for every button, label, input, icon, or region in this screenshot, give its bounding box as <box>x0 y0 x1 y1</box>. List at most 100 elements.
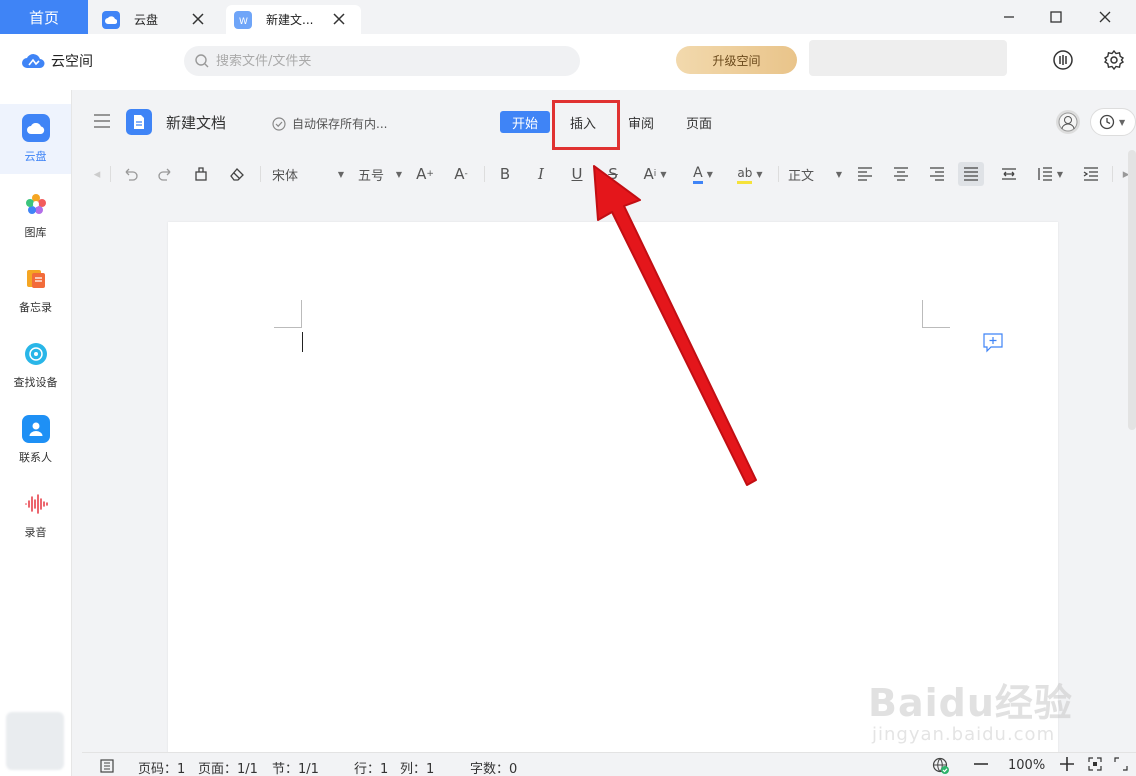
align-justify-button[interactable] <box>958 162 984 186</box>
eraser-icon <box>230 168 244 181</box>
upgrade-storage-button[interactable]: 升级空间 <box>676 46 797 74</box>
app-header: 云空间 升级空间 <box>0 34 1136 90</box>
font-family-value: 宋体 <box>272 168 299 184</box>
align-left-icon <box>858 167 872 181</box>
title-bar: 首页 云盘 W 新建文... <box>0 0 1136 34</box>
align-right-button[interactable] <box>926 162 948 186</box>
autosave-label: 自动保存所有内... <box>292 117 388 131</box>
format-painter-button[interactable] <box>190 162 212 186</box>
line-number: 行：1 <box>354 762 389 776</box>
italic-button[interactable]: I <box>530 162 552 186</box>
sidebar-item-recorder[interactable]: 录音 <box>0 480 71 550</box>
distribute-icon <box>1002 168 1016 180</box>
text-effect-button[interactable]: Ai ▼ <box>638 162 672 186</box>
tab-new-document[interactable]: W 新建文... <box>226 5 361 34</box>
paragraph-style-value: 正文 <box>788 168 815 184</box>
app-info-button[interactable] <box>1051 48 1075 72</box>
underline-button[interactable]: U <box>566 162 588 186</box>
align-center-icon <box>894 167 908 181</box>
collaborator-avatar[interactable] <box>1056 110 1080 134</box>
highlighter-icon: ab <box>737 165 753 184</box>
align-justify-icon <box>964 167 978 181</box>
sidebar-item-label: 云盘 <box>24 150 47 163</box>
font-color-icon: A <box>693 165 703 184</box>
svg-text:W: W <box>239 17 248 26</box>
close-icon <box>1099 11 1111 23</box>
brand[interactable]: 云空间 <box>22 51 93 71</box>
margin-corner-marker <box>922 300 950 328</box>
clear-format-button[interactable] <box>226 162 248 186</box>
find-device-icon <box>22 340 50 368</box>
vertical-scrollbar[interactable] <box>1128 150 1136 430</box>
sidebar-item-find-device[interactable]: 查找设备 <box>0 330 71 400</box>
hamburger-menu-icon[interactable] <box>94 114 110 128</box>
align-left-button[interactable] <box>854 162 876 186</box>
font-family-select[interactable]: 宋体 ▼ <box>272 162 344 186</box>
status-bar: 页码：1 页面：1/1 节：1/1 行：1 列：1 字数：0 100% <box>82 752 1136 776</box>
distribute-button[interactable] <box>998 162 1020 186</box>
sidebar-item-label: 录音 <box>24 526 47 539</box>
home-tab[interactable]: 首页 <box>0 0 88 34</box>
sidebar-item-cloud-drive[interactable]: 云盘 <box>0 104 71 174</box>
gallery-icon <box>22 190 50 218</box>
document-title[interactable]: 新建文档 <box>166 112 226 133</box>
zoom-in-icon[interactable] <box>1060 757 1074 771</box>
font-color-button[interactable]: A ▼ <box>686 162 720 186</box>
close-icon[interactable] <box>331 11 347 27</box>
account-info[interactable] <box>809 40 1007 76</box>
annotation-highlight-box <box>552 100 620 150</box>
autosave-status: 自动保存所有内... <box>272 115 387 132</box>
chevron-down-icon: ▼ <box>395 169 402 179</box>
minimize-button[interactable] <box>998 6 1020 28</box>
document-outline-icon[interactable] <box>100 759 114 773</box>
sidebar-item-label: 备忘录 <box>19 301 52 314</box>
scroll-left-button[interactable]: ◂ <box>90 162 104 186</box>
zoom-out-icon[interactable] <box>974 763 988 765</box>
fit-page-icon[interactable] <box>1088 757 1102 771</box>
history-button[interactable]: ▼ <box>1090 108 1136 136</box>
user-avatar[interactable] <box>6 712 64 770</box>
redo-button[interactable] <box>154 162 176 186</box>
tab-review[interactable]: 审阅 <box>618 111 664 133</box>
line-spacing-icon <box>1038 167 1052 181</box>
font-size-select[interactable]: 五号 ▼ <box>358 162 402 186</box>
tab-page[interactable]: 页面 <box>676 111 722 133</box>
tab-start[interactable]: 开始 <box>500 111 550 133</box>
recorder-icon <box>22 490 50 518</box>
tab-label: 云盘 <box>134 13 159 27</box>
search-icon <box>195 54 209 68</box>
align-center-button[interactable] <box>890 162 912 186</box>
word-doc-icon: W <box>234 10 252 29</box>
chevron-down-icon: ▼ <box>337 169 344 179</box>
format-painter-icon <box>195 167 207 181</box>
maximize-icon <box>1050 11 1062 23</box>
document-page[interactable] <box>168 222 1058 776</box>
increase-font-button[interactable]: A + <box>414 162 436 186</box>
fullscreen-icon[interactable] <box>1114 757 1128 771</box>
maximize-button[interactable] <box>1045 6 1067 28</box>
tab-cloud-drive[interactable]: 云盘 <box>94 5 220 34</box>
sidebar-item-notes[interactable]: 备忘录 <box>0 255 71 325</box>
paragraph-style-select[interactable]: 正文 ▼ <box>788 162 842 186</box>
indent-button[interactable] <box>1080 162 1102 186</box>
bold-button[interactable]: B <box>494 162 516 186</box>
line-spacing-button[interactable]: ▼ <box>1032 162 1068 186</box>
font-size-value: 五号 <box>358 168 385 184</box>
globe-check-icon[interactable] <box>932 757 950 775</box>
add-comment-icon[interactable] <box>982 332 1004 354</box>
sidebar-item-gallery[interactable]: 图库 <box>0 180 71 250</box>
undo-button[interactable] <box>120 162 142 186</box>
settings-button[interactable] <box>1102 48 1126 72</box>
search-input[interactable] <box>216 53 556 69</box>
highlight-color-button[interactable]: ab ▼ <box>732 162 768 186</box>
window-close-button[interactable] <box>1094 6 1116 28</box>
sidebar-item-contacts[interactable]: 联系人 <box>0 405 71 475</box>
decrease-font-button[interactable]: A- <box>450 162 472 186</box>
search-box[interactable] <box>184 46 580 76</box>
undo-icon <box>125 168 138 181</box>
sidebar-item-label: 联系人 <box>19 451 52 464</box>
strikethrough-button[interactable]: S <box>602 162 624 186</box>
align-right-icon <box>930 167 944 181</box>
close-icon[interactable] <box>190 11 206 27</box>
page-number: 页码：1 <box>138 762 186 776</box>
